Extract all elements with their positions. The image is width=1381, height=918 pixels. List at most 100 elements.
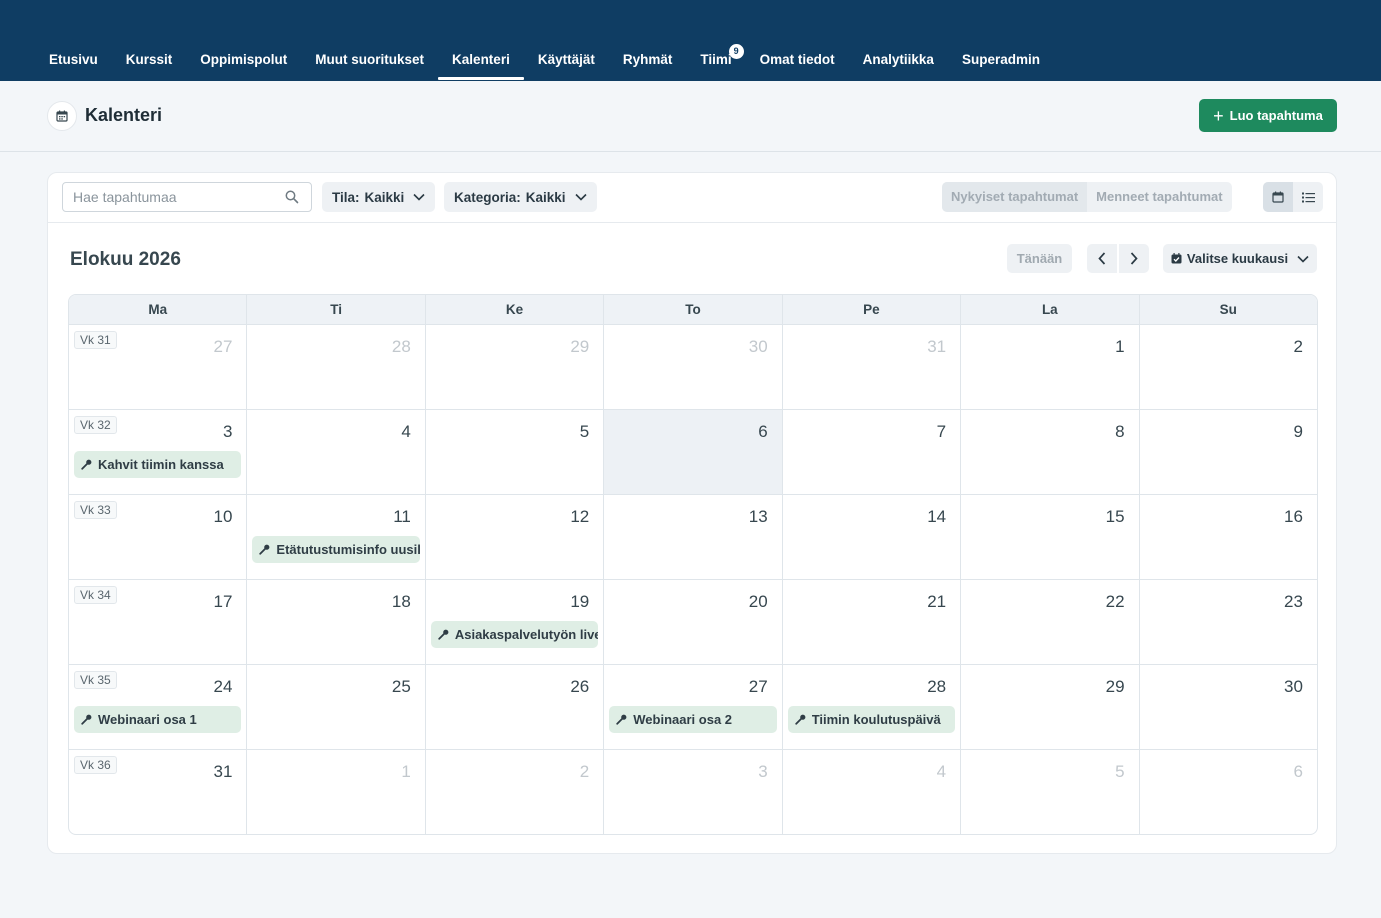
next-month-button[interactable] — [1119, 244, 1149, 273]
create-event-button[interactable]: + Luo tapahtuma — [1199, 99, 1337, 132]
status-filter-label: Tila: — [332, 189, 360, 205]
day-cell[interactable]: 29 — [961, 665, 1140, 749]
nav-item-oppimispolut[interactable]: Oppimispolut — [186, 44, 301, 80]
day-cell[interactable]: 20 — [604, 580, 783, 664]
day-number: 30 — [748, 337, 768, 356]
nav-item-käyttäjät[interactable]: Käyttäjät — [524, 44, 609, 80]
day-cell[interactable]: 6 — [1140, 750, 1317, 834]
day-number: 7 — [936, 422, 947, 441]
week-row: Vk 33 10 11 Etätutustumisinfo uusille 12 13 14… — [69, 495, 1317, 580]
event-title: Tiimin koulutuspäivä — [811, 712, 941, 727]
calendar-event[interactable]: Webinaari osa 2 — [609, 706, 777, 733]
search-input[interactable] — [63, 183, 278, 211]
nav-item-tiimi[interactable]: Tiimi 9 — [686, 44, 745, 80]
event-title: Webinaari osa 2 — [633, 712, 733, 727]
day-cell[interactable]: Vk 34 17 — [69, 580, 248, 664]
day-cell[interactable]: 7 — [783, 410, 962, 494]
status-filter-dropdown[interactable]: Tila: Kaikki — [322, 182, 436, 212]
day-cell[interactable]: 23 — [1140, 580, 1317, 664]
calendar-check-icon — [1171, 253, 1182, 264]
week-number-label: Vk 33 — [74, 501, 117, 519]
month-select-dropdown[interactable]: Valitse kuukausi — [1163, 244, 1317, 273]
day-number: 27 — [748, 677, 768, 696]
current-events-tab[interactable]: Nykyiset tapahtumat — [942, 182, 1088, 212]
day-cell[interactable]: 14 — [783, 495, 962, 579]
day-number: 9 — [1293, 422, 1303, 441]
day-cell[interactable]: 27 Webinaari osa 2 — [604, 665, 783, 749]
week-number-label: Vk 36 — [74, 756, 117, 774]
day-number: 19 — [570, 592, 590, 611]
day-cell[interactable]: 18 — [247, 580, 426, 664]
day-number: 3 — [758, 762, 768, 781]
today-button[interactable]: Tänään — [1007, 244, 1072, 273]
calendar-icon — [47, 101, 77, 131]
day-cell[interactable]: 1 — [247, 750, 426, 834]
day-cell[interactable]: 28 — [247, 325, 426, 409]
day-cell[interactable]: 21 — [783, 580, 962, 664]
search-icon[interactable] — [285, 190, 299, 209]
calendar-event[interactable]: Kahvit tiimin kanssa — [74, 451, 242, 478]
calendar-event[interactable]: Asiakaspalvelutyön live — [430, 621, 599, 648]
nav-item-etusivu[interactable]: Etusivu — [35, 44, 112, 80]
nav-item-superadmin[interactable]: Superadmin — [948, 44, 1054, 80]
category-filter-dropdown[interactable]: Kategoria: Kaikki — [444, 182, 597, 212]
day-number: 25 — [391, 677, 411, 696]
nav-item-label: Ryhmät — [622, 52, 673, 67]
week-number-label: Vk 35 — [74, 671, 117, 689]
calendar-event[interactable]: Tiimin koulutuspäivä — [787, 706, 956, 733]
day-cell[interactable]: 3 — [604, 750, 783, 834]
nav-item-analytiikka[interactable]: Analytiikka — [849, 44, 948, 80]
day-cell[interactable]: 1 — [961, 325, 1140, 409]
day-cell[interactable]: 2 — [1140, 325, 1317, 409]
category-filter-label: Kategoria: — [454, 189, 521, 205]
nav-item-ryhmät[interactable]: Ryhmät — [609, 44, 687, 80]
day-cell[interactable]: 4 — [247, 410, 426, 494]
day-cell[interactable]: Vk 35 24 Webinaari osa 1 — [69, 665, 248, 749]
day-cell[interactable]: 13 — [604, 495, 783, 579]
key-icon — [794, 714, 806, 725]
day-number: 17 — [213, 592, 233, 611]
day-cell[interactable]: 19 Asiakaspalvelutyön live — [426, 580, 605, 664]
day-cell[interactable]: Vk 31 27 — [69, 325, 248, 409]
day-cell[interactable]: 5 — [426, 410, 605, 494]
nav-item-label: Oppimispolut — [200, 52, 288, 67]
nav-item-muut-suoritukset[interactable]: Muut suoritukset — [301, 44, 438, 80]
day-cell[interactable]: 25 — [247, 665, 426, 749]
day-number: 5 — [1115, 762, 1125, 781]
day-cell[interactable]: 8 — [961, 410, 1140, 494]
day-cell[interactable]: 29 — [426, 325, 605, 409]
list-view-button[interactable] — [1293, 182, 1323, 212]
day-cell[interactable]: 11 Etätutustumisinfo uusille — [247, 495, 426, 579]
day-cell[interactable]: 31 — [783, 325, 962, 409]
previous-month-button[interactable] — [1087, 244, 1117, 273]
day-cell[interactable]: 5 — [961, 750, 1140, 834]
day-cell[interactable]: 4 — [783, 750, 962, 834]
week-row: Vk 31 27 28 29 30 31 1 2 — [69, 325, 1317, 410]
day-cell[interactable]: 30 — [604, 325, 783, 409]
day-cell[interactable]: 30 — [1140, 665, 1317, 749]
day-cell[interactable]: Vk 36 31 — [69, 750, 248, 834]
nav-item-kalenteri[interactable]: Kalenteri — [438, 44, 524, 80]
day-number: 5 — [579, 422, 590, 441]
day-cell[interactable]: 22 — [961, 580, 1140, 664]
day-cell[interactable]: 15 — [961, 495, 1140, 579]
day-cell-today[interactable]: 6 — [604, 410, 783, 494]
calendar-event[interactable]: Webinaari osa 1 — [74, 706, 242, 733]
day-cell[interactable]: Vk 32 3 Kahvit tiimin kanssa — [69, 410, 248, 494]
day-number: 29 — [570, 337, 590, 356]
nav-item-omat-tiedot[interactable]: Omat tiedot — [746, 44, 849, 80]
day-number: 20 — [748, 592, 768, 611]
day-cell[interactable]: 26 — [426, 665, 605, 749]
day-cell[interactable]: 28 Tiimin koulutuspäivä — [783, 665, 962, 749]
calendar-view-button[interactable] — [1263, 182, 1293, 212]
day-number: 1 — [1115, 337, 1125, 356]
day-cell[interactable]: Vk 33 10 — [69, 495, 248, 579]
day-cell[interactable]: 16 — [1140, 495, 1317, 579]
day-cell[interactable]: 9 — [1140, 410, 1317, 494]
search-box — [62, 182, 312, 212]
past-events-tab[interactable]: Menneet tapahtumat — [1087, 182, 1231, 212]
day-cell[interactable]: 12 — [426, 495, 605, 579]
day-cell[interactable]: 2 — [426, 750, 605, 834]
calendar-event[interactable]: Etätutustumisinfo uusille — [252, 536, 420, 563]
nav-item-kurssit[interactable]: Kurssit — [112, 44, 187, 80]
